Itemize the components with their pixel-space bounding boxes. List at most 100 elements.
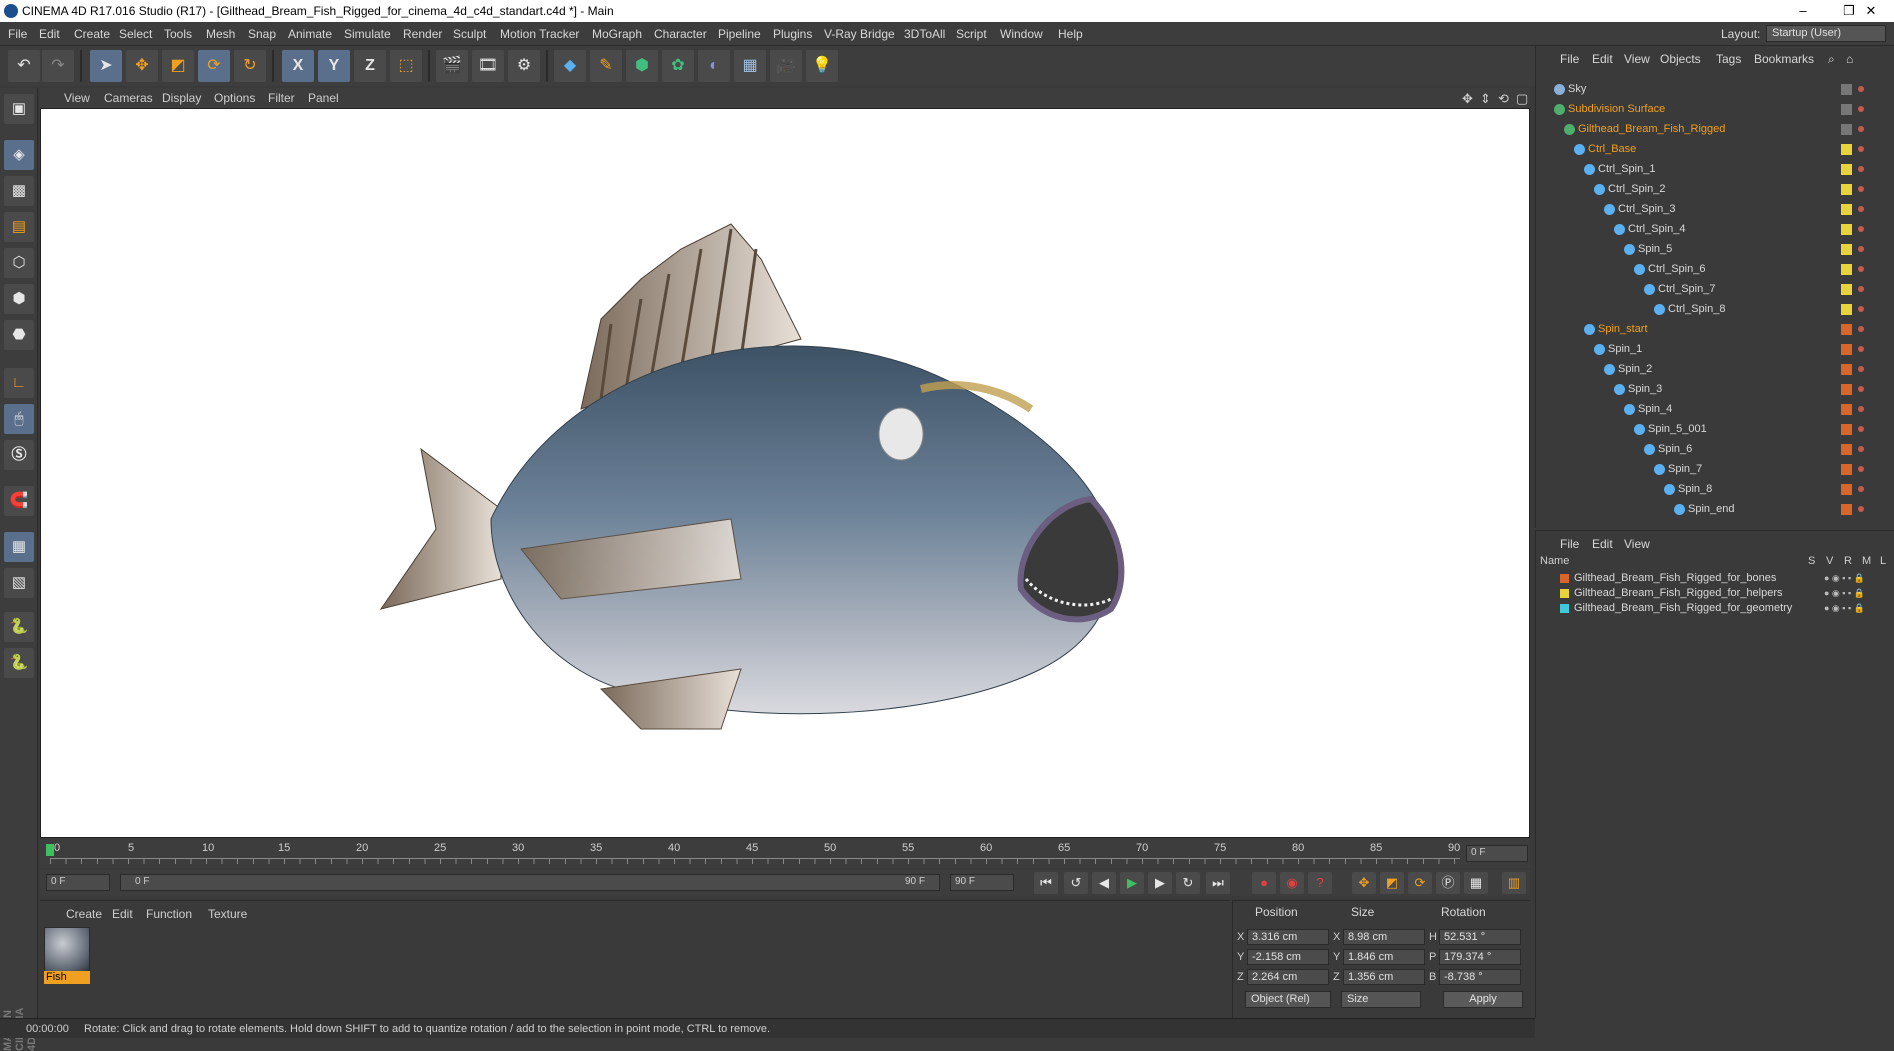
size-y-field[interactable]: 1.846 cm xyxy=(1343,949,1425,965)
material-menu-create[interactable]: Create xyxy=(66,907,102,921)
layer-color-swatch[interactable] xyxy=(1560,574,1569,583)
material-menu-edit[interactable]: Edit xyxy=(112,907,133,921)
object-row[interactable]: Ctrl_Spin_1 xyxy=(1536,160,1886,180)
object-row[interactable]: Ctrl_Spin_3 xyxy=(1536,200,1886,220)
visibility-dot-icon[interactable] xyxy=(1858,406,1864,412)
object-row[interactable]: Gilthead_Bream_Fish_Rigged xyxy=(1536,120,1886,140)
timeline-playhead[interactable] xyxy=(46,844,54,856)
visibility-dot-icon[interactable] xyxy=(1858,146,1864,152)
minimize-button[interactable]: – xyxy=(1780,0,1826,22)
layer-color-tag-icon[interactable] xyxy=(1841,404,1852,415)
go-to-start-icon[interactable]: ⏮ xyxy=(1034,872,1058,894)
close-button[interactable]: ✕ xyxy=(1848,0,1894,22)
menu-mograph[interactable]: MoGraph xyxy=(592,27,642,41)
menu-select[interactable]: Select xyxy=(119,27,152,41)
move-icon[interactable]: ✥ xyxy=(126,50,158,82)
points-mode-icon[interactable]: ⬡ xyxy=(4,248,34,278)
apply-button[interactable]: Apply xyxy=(1443,991,1523,1008)
obj-menu-file[interactable]: File xyxy=(1560,52,1579,66)
object-row[interactable]: Spin_5_001 xyxy=(1536,420,1886,440)
size-z-field[interactable]: 1.356 cm xyxy=(1343,969,1425,985)
undo-icon[interactable]: ↶ xyxy=(8,50,40,82)
rotate-icon[interactable]: ⟳ xyxy=(198,50,230,82)
size-x-field[interactable]: 8.98 cm xyxy=(1343,929,1425,945)
menu-vray-bridge[interactable]: V-Ray Bridge xyxy=(824,27,895,41)
layer-color-tag-icon[interactable] xyxy=(1841,484,1852,495)
floor-icon[interactable]: ▦ xyxy=(734,50,766,82)
autokey-icon[interactable]: ◉ xyxy=(1280,872,1304,894)
search-icon[interactable]: ⌕ xyxy=(1828,52,1835,67)
z-axis-icon[interactable]: Z xyxy=(354,50,386,82)
viewport-rotate-icon[interactable]: ⟲ xyxy=(1498,91,1509,107)
visibility-dot-icon[interactable] xyxy=(1858,106,1864,112)
menu-pipeline[interactable]: Pipeline xyxy=(718,27,761,41)
polygons-mode-icon[interactable]: ⬣ xyxy=(4,320,34,350)
visibility-dot-icon[interactable] xyxy=(1858,506,1864,512)
render-picture-viewer-icon[interactable]: 🎞 xyxy=(472,50,504,82)
layer-color-tag-icon[interactable] xyxy=(1841,464,1852,475)
menu-create[interactable]: Create xyxy=(74,27,110,41)
key-pla-icon[interactable]: ▦ xyxy=(1464,872,1488,894)
layer-color-tag-icon[interactable] xyxy=(1841,364,1852,375)
layer-color-tag-icon[interactable] xyxy=(1841,304,1852,315)
visibility-dot-icon[interactable] xyxy=(1858,386,1864,392)
layer-color-tag-icon[interactable] xyxy=(1841,284,1852,295)
play-icon[interactable]: ▶ xyxy=(1120,872,1144,894)
layer-color-tag-icon[interactable] xyxy=(1841,104,1852,115)
menu-snap[interactable]: Snap xyxy=(248,27,276,41)
menu-render[interactable]: Render xyxy=(403,27,442,41)
size-mode-select[interactable]: Size xyxy=(1341,991,1421,1008)
visibility-dot-icon[interactable] xyxy=(1858,226,1864,232)
render-view-icon[interactable]: 🎬 xyxy=(436,50,468,82)
layer-menu-view[interactable]: View xyxy=(1624,537,1650,551)
menu-window[interactable]: Window xyxy=(1000,27,1043,41)
python-script-2-icon[interactable]: 🐍 xyxy=(4,648,34,678)
timeline-window-icon[interactable]: ▥ xyxy=(1502,872,1526,894)
menu-mesh[interactable]: Mesh xyxy=(206,27,235,41)
menu-edit[interactable]: Edit xyxy=(39,27,60,41)
layer-color-tag-icon[interactable] xyxy=(1841,144,1852,155)
menu-character[interactable]: Character xyxy=(654,27,707,41)
scale-icon[interactable]: ◩ xyxy=(162,50,194,82)
tweak-mode-icon[interactable]: 🖱 xyxy=(4,404,34,434)
layer-color-tag-icon[interactable] xyxy=(1841,444,1852,455)
visibility-dot-icon[interactable] xyxy=(1858,126,1864,132)
material-menu-function[interactable]: Function xyxy=(146,907,192,921)
layer-menu-edit[interactable]: Edit xyxy=(1592,537,1613,551)
object-row[interactable]: Spin_start xyxy=(1536,320,1886,340)
subdivision-icon[interactable]: ⬢ xyxy=(626,50,658,82)
record-icon[interactable]: ● xyxy=(1252,872,1276,894)
layer-color-swatch[interactable] xyxy=(1560,589,1569,598)
object-row[interactable]: Spin_1 xyxy=(1536,340,1886,360)
menu-animate[interactable]: Animate xyxy=(288,27,332,41)
cube-icon[interactable]: ◆ xyxy=(554,50,586,82)
layer-row[interactable]: Gilthead_Bream_Fish_Rigged_for_helpers ● … xyxy=(1536,586,1894,601)
menu-script[interactable]: Script xyxy=(956,27,987,41)
visibility-dot-icon[interactable] xyxy=(1858,266,1864,272)
key-position-icon[interactable]: ✥ xyxy=(1352,872,1376,894)
layer-color-tag-icon[interactable] xyxy=(1841,184,1852,195)
layer-color-tag-icon[interactable] xyxy=(1841,244,1852,255)
coord-system-icon[interactable]: ⬚ xyxy=(390,50,422,82)
pen-icon[interactable]: ✎ xyxy=(590,50,622,82)
object-row[interactable]: Ctrl_Spin_6 xyxy=(1536,260,1886,280)
edit-render-settings-icon[interactable]: ⚙ xyxy=(508,50,540,82)
object-row[interactable]: Spin_4 xyxy=(1536,400,1886,420)
object-row[interactable]: Spin_6 xyxy=(1536,440,1886,460)
visibility-dot-icon[interactable] xyxy=(1858,166,1864,172)
object-row[interactable]: Subdivision Surface xyxy=(1536,100,1886,120)
menu-3dtoall[interactable]: 3DToAll xyxy=(904,27,945,41)
object-row[interactable]: Spin_5 xyxy=(1536,240,1886,260)
snap-settings-icon[interactable]: ▧ xyxy=(4,568,34,598)
workplane-icon[interactable]: ▤ xyxy=(4,212,34,242)
previous-key-icon[interactable]: ↺ xyxy=(1064,872,1088,894)
obj-menu-tags[interactable]: Tags xyxy=(1716,52,1741,66)
current-frame-field[interactable]: 0 F xyxy=(1466,845,1528,862)
start-frame-field[interactable]: 0 F xyxy=(46,874,110,891)
next-frame-icon[interactable]: ▶ xyxy=(1148,872,1172,894)
obj-menu-view[interactable]: View xyxy=(1624,52,1650,66)
obj-menu-objects[interactable]: Objects xyxy=(1660,52,1701,66)
edges-mode-icon[interactable]: ⬢ xyxy=(4,284,34,314)
visibility-dot-icon[interactable] xyxy=(1858,346,1864,352)
previous-frame-icon[interactable]: ◀ xyxy=(1092,872,1116,894)
